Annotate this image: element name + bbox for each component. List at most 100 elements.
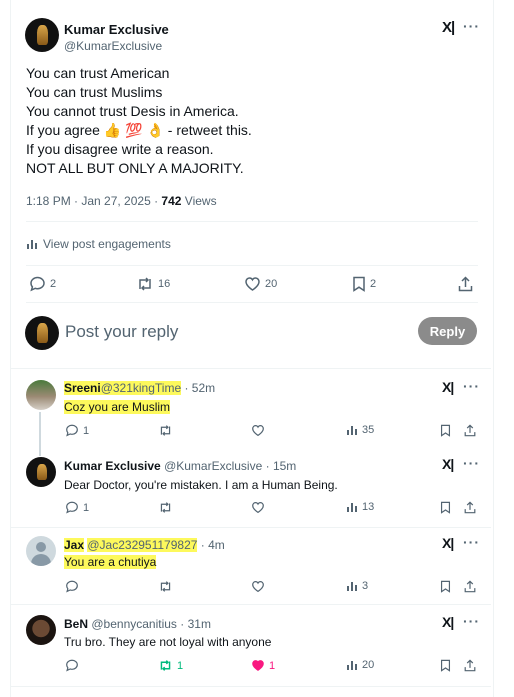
engagements-icon <box>27 240 37 249</box>
more-icon[interactable]: ··· <box>463 455 480 471</box>
reply-text: Coz you are Muslim <box>64 400 171 414</box>
views-button[interactable]: 20 <box>346 659 374 671</box>
x-logo-icon[interactable]: X| <box>442 535 454 551</box>
reply-input[interactable]: Post your reply <box>65 322 178 342</box>
reply-text-content: Coz you are Muslim <box>64 400 171 414</box>
like-icon <box>252 581 264 593</box>
repost-count: 1 <box>177 659 184 672</box>
repost-icon <box>160 581 171 592</box>
reply-avatar[interactable] <box>26 536 56 566</box>
views-button[interactable]: 3 <box>346 580 368 592</box>
views-icon <box>347 503 357 512</box>
like-button[interactable]: 1 <box>251 659 275 672</box>
views-button[interactable]: 35 <box>346 424 374 436</box>
divider <box>11 368 491 369</box>
views-icon <box>347 661 357 670</box>
reply-avatar[interactable] <box>26 380 56 410</box>
reply-author-name[interactable]: Jax <box>64 538 85 552</box>
reply-submit-button[interactable]: Reply <box>418 317 477 345</box>
like-button[interactable] <box>251 580 265 593</box>
reply-author-handle[interactable]: @Jac232951179827 <box>87 538 198 552</box>
reply-time[interactable]: · 15m <box>262 459 297 473</box>
x-logo-icon[interactable]: X| <box>442 379 454 395</box>
share-button[interactable] <box>458 276 473 292</box>
x-logo-icon[interactable]: X| <box>442 456 454 472</box>
views-label: Views <box>181 194 217 208</box>
views-icon <box>347 426 357 435</box>
reply-text-content: You are a chutiya <box>64 555 157 569</box>
post-timestamp[interactable]: 1:18 PM · Jan 27, 2025 · <box>26 194 161 208</box>
main-post-author-name[interactable]: Kumar Exclusive <box>64 22 169 37</box>
post-line: You cannot trust Desis in America. <box>26 103 239 119</box>
like-icon <box>252 660 264 671</box>
main-post-author-handle[interactable]: @KumarExclusive <box>64 39 162 53</box>
post-line-agree: If you agree 👍 💯 👌 - retweet this. <box>26 121 466 140</box>
main-post-text: You can trust American You can trust Mus… <box>26 64 466 178</box>
like-button[interactable]: 20 <box>244 276 277 292</box>
reply-time[interactable]: · 31m <box>177 617 211 631</box>
more-icon[interactable]: ··· <box>463 613 480 629</box>
repost-count: 16 <box>158 278 171 290</box>
reply-author-handle[interactable]: @KumarExclusive <box>164 459 262 473</box>
reply-header: Sreeni@321kingTime · 52m <box>64 381 215 395</box>
post-line: If you agree <box>26 122 100 138</box>
bookmark-button[interactable]: 2 <box>352 276 376 292</box>
reply-time[interactable]: · 4m <box>197 538 225 552</box>
repost-button[interactable] <box>158 424 173 437</box>
reply-button[interactable]: 1 <box>65 424 89 437</box>
reply-author-name[interactable]: Sreeni <box>64 381 101 395</box>
bookmark-icon <box>440 659 451 672</box>
x-logo-icon[interactable]: X| <box>442 19 455 36</box>
reply-author-handle[interactable]: @bennycanitius <box>91 617 177 631</box>
share-button[interactable] <box>464 659 476 672</box>
reply-button[interactable] <box>65 659 79 672</box>
more-icon[interactable]: ··· <box>463 378 480 394</box>
reply-button[interactable]: 2 <box>29 276 56 292</box>
like-button[interactable] <box>251 424 265 437</box>
share-button[interactable] <box>464 580 476 593</box>
reply-header: Jax @Jac232951179827 · 4m <box>64 538 225 552</box>
more-icon[interactable]: ··· <box>463 534 480 550</box>
like-button[interactable] <box>251 501 265 514</box>
reply-avatar[interactable] <box>26 615 56 645</box>
views-button[interactable]: 13 <box>346 501 374 513</box>
post-line: NOT ALL BUT ONLY A MAJORITY. <box>26 160 244 176</box>
reply-author-name[interactable]: Kumar Exclusive <box>64 459 161 473</box>
post-line: You can trust Muslims <box>26 84 163 100</box>
divider <box>11 527 491 528</box>
share-icon <box>464 659 476 672</box>
reply-text: Tru bro. They are not loyal with anyone <box>64 635 272 649</box>
reply-author-handle[interactable]: @321kingTime <box>100 381 182 395</box>
reply-count: 1 <box>83 501 90 514</box>
x-logo-icon[interactable]: X| <box>442 614 454 630</box>
reply-avatar[interactable] <box>26 457 56 487</box>
view-engagements-link[interactable]: View post engagements <box>26 237 171 251</box>
main-post-avatar[interactable] <box>25 18 59 52</box>
divider <box>26 265 478 266</box>
more-icon[interactable]: ··· <box>463 18 480 34</box>
reply-icon <box>66 659 78 672</box>
bookmark-count: 2 <box>370 278 377 290</box>
bookmark-button[interactable] <box>440 501 451 514</box>
repost-button[interactable]: 1 <box>158 659 183 672</box>
share-icon <box>464 580 476 593</box>
reply-time[interactable]: · 52m <box>181 381 215 395</box>
reply-button[interactable]: 1 <box>65 501 89 514</box>
share-button[interactable] <box>464 501 476 514</box>
repost-button[interactable] <box>158 580 173 593</box>
reply-icon <box>66 424 78 437</box>
reply-author-name[interactable]: BeN <box>64 617 88 631</box>
reply-button[interactable] <box>65 580 79 593</box>
repost-button[interactable] <box>158 501 173 514</box>
bookmark-button[interactable] <box>440 424 451 437</box>
repost-icon <box>139 277 151 291</box>
share-button[interactable] <box>464 424 476 437</box>
like-icon <box>245 277 260 291</box>
like-count: 1 <box>269 659 276 672</box>
bookmark-button[interactable] <box>440 580 451 593</box>
post-line: You can trust American <box>26 65 170 81</box>
bookmark-button[interactable] <box>440 659 451 672</box>
repost-button[interactable]: 16 <box>136 276 170 292</box>
reply-count: 2 <box>50 278 57 290</box>
bookmark-icon <box>353 276 365 292</box>
